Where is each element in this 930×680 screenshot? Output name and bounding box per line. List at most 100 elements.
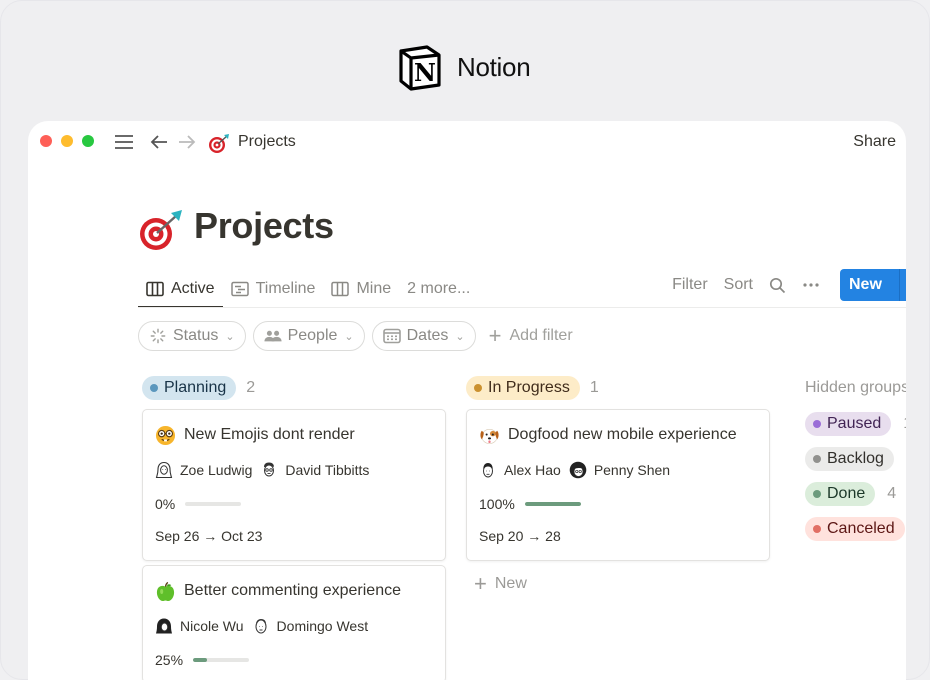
status-dot (813, 525, 821, 533)
sort-button[interactable]: Sort (716, 276, 761, 294)
view-tabs: Active Timeline Mine 2 more... (138, 271, 478, 308)
progress-label: 0% (155, 496, 176, 512)
board-icon (146, 281, 164, 297)
status-dot (813, 420, 821, 428)
status-dot (813, 490, 821, 498)
avatar-david-icon (264, 462, 275, 477)
promo-frame: N Notion Projects Share Projects Active … (0, 0, 930, 680)
person-tag[interactable]: Penny Shen (569, 461, 670, 479)
breadcrumb-projects[interactable]: Projects (238, 133, 296, 151)
status-dot (474, 384, 482, 392)
title-bar: Projects Share (28, 121, 906, 165)
hidden-groups-panel: Hidden groups Paused 1 Backlog Done (805, 375, 906, 541)
project-card[interactable]: New Emojis dont render Zoe Ludwig David … (142, 409, 446, 561)
avatar-penny-icon (569, 461, 587, 479)
hidden-group-backlog[interactable]: Backlog (805, 447, 906, 471)
group-header: Planning 2 (142, 375, 446, 401)
progress-label: 100% (479, 496, 515, 512)
filter-chip-people[interactable]: People ⌄ (252, 321, 365, 351)
person-name: Nicole Wu (180, 618, 244, 634)
group-label: Backlog (827, 450, 884, 467)
tab-mine[interactable]: Mine (323, 271, 399, 307)
chip-label: Status (173, 327, 219, 344)
group-header: In Progress 1 (466, 375, 770, 401)
person-name: Penny Shen (593, 462, 671, 478)
hidden-group-done[interactable]: Done 4 (805, 482, 906, 506)
card-title-text: Better commenting experience (184, 582, 401, 599)
ellipsis-icon (803, 283, 819, 287)
add-filter-label: Add filter (509, 327, 573, 344)
group-label: Canceled (827, 520, 895, 537)
tab-label: Timeline (255, 280, 316, 297)
person-tag[interactable]: Zoe Ludwig (155, 461, 252, 479)
board-column-planning: Planning 2 New Emojis dont render Zoe Lu… (142, 375, 446, 680)
plus-icon: + (488, 323, 502, 348)
tab-label: Mine (356, 280, 392, 297)
sidebar-menu-icon[interactable] (114, 132, 134, 152)
progress-bar (193, 658, 250, 662)
tab-active[interactable]: Active (138, 271, 223, 308)
hidden-group-canceled[interactable]: Canceled (805, 517, 906, 541)
project-card[interactable]: Better commenting experience Nicole Wu D… (142, 565, 446, 680)
filter-chip-status[interactable]: Status ⌄ (138, 321, 246, 351)
forward-arrow-icon[interactable] (176, 132, 198, 152)
back-arrow-icon[interactable] (148, 132, 170, 152)
page-icon-dart-target[interactable] (138, 207, 184, 253)
chip-label: Dates (406, 327, 449, 344)
search-button[interactable] (761, 277, 794, 294)
more-options-button[interactable] (794, 282, 828, 288)
person-name: Zoe Ludwig (180, 462, 253, 478)
add-filter-button[interactable]: + Add filter (489, 325, 573, 347)
board-icon (331, 281, 350, 297)
avatar-nicole-icon (156, 618, 172, 634)
tab-more-views[interactable]: 2 more... (399, 271, 478, 307)
person-tag[interactable]: David Tibbitts (260, 461, 369, 479)
avatar-domingo-icon (255, 618, 267, 634)
maximize-window-button[interactable] (82, 135, 94, 147)
close-window-button[interactable] (40, 135, 52, 147)
card-people: Nicole Wu Domingo West (155, 616, 433, 636)
filter-button[interactable]: Filter (664, 276, 716, 294)
person-tag[interactable]: Domingo West (252, 617, 369, 635)
card-progress: 0% (155, 494, 433, 514)
share-button[interactable]: Share (853, 133, 896, 151)
search-icon (769, 277, 786, 293)
page-title[interactable]: Projects (194, 205, 334, 247)
tab-timeline[interactable]: Timeline (223, 271, 324, 307)
people-icon (264, 330, 282, 342)
tabs-divider (138, 307, 906, 308)
avatar-zoe-icon (155, 461, 173, 479)
progress-bar (185, 502, 242, 506)
person-name: Domingo West (276, 618, 369, 634)
filter-bar: Status ⌄ People ⌄ Dates ⌄ + Add filter (138, 321, 573, 351)
progress-label: 25% (155, 652, 184, 668)
status-dot (150, 384, 158, 392)
person-tag[interactable]: Nicole Wu (155, 617, 244, 635)
timeline-icon (230, 281, 249, 297)
project-card[interactable]: Dogfood new mobile experience Alex Hao P… (466, 409, 770, 561)
tab-label: 2 more... (407, 280, 471, 297)
notion-logo-icon: N (399, 45, 441, 91)
group-status-pill: Done (805, 482, 876, 506)
status-spinner-icon (150, 328, 166, 344)
group-label: In Progress (488, 379, 570, 396)
brand-name: Notion (457, 51, 531, 82)
new-item-button[interactable]: New (840, 269, 906, 301)
avatar-alex-icon (483, 463, 493, 478)
minimize-window-button[interactable] (61, 135, 73, 147)
card-title-text: New Emojis dont render (184, 426, 355, 443)
person-name: Alex Hao (504, 462, 561, 478)
group-status-pill[interactable]: In Progress (466, 376, 580, 400)
person-tag[interactable]: Alex Hao (479, 461, 561, 479)
svg-text:N: N (414, 58, 436, 87)
card-dates: Sep 20 → 28 (479, 528, 561, 544)
filter-chip-dates[interactable]: Dates ⌄ (371, 321, 476, 351)
card-dates: Sep 26 → Oct 23 (155, 528, 263, 544)
hidden-group-paused[interactable]: Paused 1 (805, 412, 906, 436)
group-label: Paused (827, 415, 882, 432)
group-status-pill[interactable]: Planning (142, 376, 237, 400)
chip-label: People (287, 327, 338, 344)
chevron-down-icon: ⌄ (455, 330, 465, 343)
nerd-face-emoji-icon (155, 425, 176, 445)
add-new-card-button[interactable]: + New (474, 573, 770, 595)
